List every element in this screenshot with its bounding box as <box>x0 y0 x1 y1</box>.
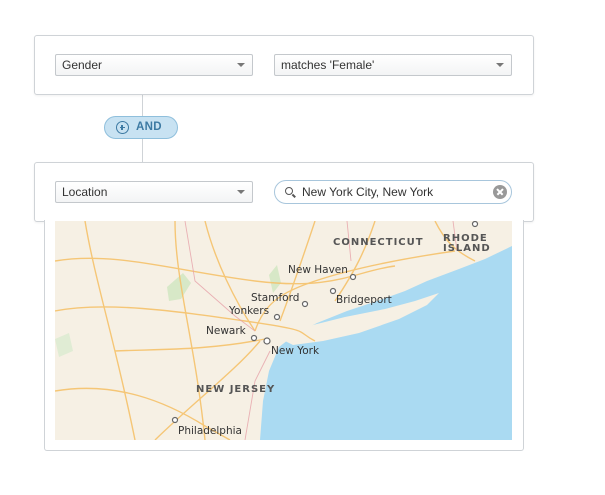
field-select-gender[interactable]: Gender <box>55 54 253 76</box>
map-city-label: New Haven <box>288 264 348 276</box>
condition-select-label: matches 'Female' <box>281 58 375 72</box>
map-state-label: NEW JERSEY <box>196 384 275 395</box>
field-select-location[interactable]: Location <box>55 181 253 203</box>
plus-circle-icon <box>116 121 129 134</box>
location-map[interactable]: CONNECTICUT RHODE ISLAND NEW JERSEY New … <box>55 221 512 440</box>
location-search-input[interactable] <box>302 184 482 200</box>
map-city-label: Bridgeport <box>336 294 392 306</box>
connector-line-bottom <box>142 139 143 162</box>
clear-search-icon[interactable] <box>493 185 507 199</box>
chevron-down-icon <box>237 190 245 194</box>
map-city-label: New York <box>271 345 320 357</box>
connector-line-top <box>142 94 143 116</box>
map-city-label: Yonkers <box>228 305 269 317</box>
map-city-label: Philadelphia <box>178 425 242 437</box>
chevron-down-icon <box>496 63 504 67</box>
condition-select[interactable]: matches 'Female' <box>274 54 512 76</box>
add-and-condition-button[interactable]: AND <box>104 116 178 139</box>
map-city-label: Stamford <box>251 292 299 304</box>
and-button-label: AND <box>136 121 162 133</box>
chevron-down-icon <box>237 63 245 67</box>
location-search-field <box>274 180 512 204</box>
map-state-label: CONNECTICUT <box>333 237 424 248</box>
field-select-label: Location <box>62 185 108 199</box>
map-city-label: Newark <box>206 325 247 337</box>
map-state-label: ISLAND <box>443 243 491 254</box>
search-icon <box>285 187 293 195</box>
field-select-label: Gender <box>62 58 103 72</box>
